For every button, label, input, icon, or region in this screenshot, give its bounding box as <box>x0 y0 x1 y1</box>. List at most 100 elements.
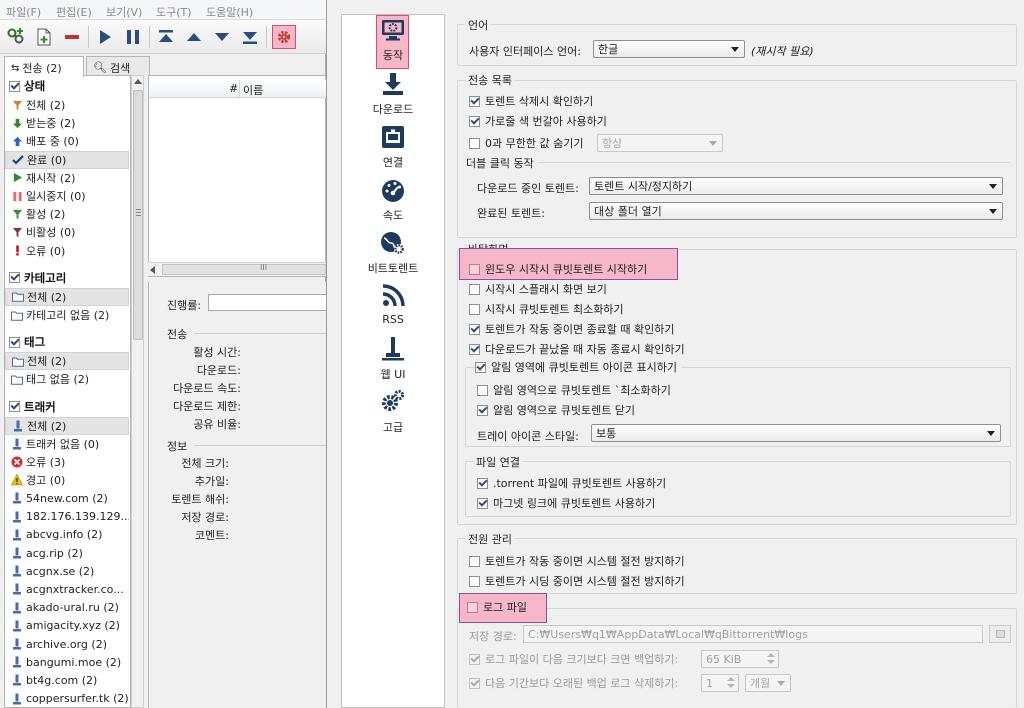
add-torrent-button[interactable] <box>32 25 56 49</box>
options-button[interactable] <box>272 25 296 49</box>
torrent-list[interactable]: # 이름 <box>148 75 327 277</box>
sidebar-item-tracker[interactable]: 트래커 없음 (0) <box>5 435 129 453</box>
resume-button[interactable] <box>93 25 117 49</box>
menu-help[interactable]: 도움말(H) <box>206 4 253 20</box>
log-backup-size-spinner[interactable]: 65 KiB <box>701 650 779 668</box>
move-bottom-button[interactable] <box>238 25 262 49</box>
downloading-action-select[interactable]: 토렌트 시작/정지하기 <box>589 177 1003 195</box>
alt-row-colors-checkbox[interactable]: 가로줄 색 번갈아 사용하기 <box>469 113 607 129</box>
sidebar-item-status[interactable]: 받는중 (2) <box>5 114 129 132</box>
sidebar-item-tracker[interactable]: bt4g.com (2) <box>5 671 129 689</box>
menu-tools[interactable]: 도구(T) <box>156 4 192 20</box>
tray-icon-checkbox[interactable]: 알림 영역에 큐빗토렌트 아이콘 표시하기 <box>475 359 682 375</box>
nav-item-6[interactable]: 웹 UI <box>342 336 444 388</box>
sidebar-item-tracker[interactable]: 182.176.139.129... <box>5 508 129 526</box>
sidebar-item-status[interactable]: 전체 (2) <box>5 96 129 114</box>
tab-transfers[interactable]: ⇆ 전송 (2) <box>4 56 84 77</box>
torrent-list-hscrollbar[interactable]: III <box>148 262 326 276</box>
sidebar-item-category[interactable]: 카테고리 없음 (2) <box>5 306 129 324</box>
sidebar-section-status[interactable]: 상태 <box>5 77 130 95</box>
menu-edit[interactable]: 편집(E) <box>56 4 92 20</box>
delete-button[interactable] <box>60 25 84 49</box>
nav-item-0[interactable]: 동작 <box>342 15 444 69</box>
sidebar-item-tracker[interactable]: 54new.com (2) <box>5 489 129 507</box>
column-number[interactable]: # <box>229 82 238 95</box>
nav-item-2[interactable]: 연결 <box>342 124 444 176</box>
sidebar-item-tracker[interactable]: 오류 (3) <box>5 453 129 471</box>
log-backup-checkbox[interactable]: 로그 파일이 다음 크기보다 크면 백업하기: <box>469 651 678 667</box>
column-name[interactable]: 이름 <box>243 82 263 98</box>
confirm-delete-checkbox[interactable]: 토렌트 삭제시 확인하기 <box>469 93 593 109</box>
sidebar-section-category[interactable]: 카테고리 <box>5 269 130 287</box>
log-browse-button[interactable] <box>989 625 1011 643</box>
sidebar-item-tracker[interactable]: acgnx.se (2) <box>5 562 129 580</box>
speedometer-icon <box>380 177 406 203</box>
sidebar-item-label: 경고 (0) <box>26 474 66 488</box>
close-to-tray-checkbox[interactable]: 알림 영역으로 큐빗토렌트 닫기 <box>477 402 635 418</box>
sidebar-item-tracker[interactable]: coppersurfer.tk (2) <box>5 690 129 707</box>
sidebar-item-tracker[interactable]: acgnxtracker.co... <box>5 580 129 598</box>
sidebar-item-tracker[interactable]: 전체 (2) <box>5 416 129 435</box>
move-up-button[interactable] <box>182 25 206 49</box>
sidebar-item-status[interactable]: 완료 (0) <box>5 150 129 169</box>
move-down-button[interactable] <box>210 25 234 49</box>
sidebar-item-tracker[interactable]: abcvg.info (2) <box>5 526 129 544</box>
sidebar-item-tag[interactable]: 전체 (2) <box>5 352 129 371</box>
sidebar-section-tracker[interactable]: 트래커 <box>5 398 130 416</box>
sidebar-item-tracker[interactable]: acg.rip (2) <box>5 544 129 562</box>
nav-item-3[interactable]: 속도 <box>342 177 444 229</box>
sidebar-item-status[interactable]: 활성 (2) <box>5 205 129 223</box>
log-delete-checkbox[interactable]: 다음 기간보다 오래된 백업 로그 삭제하기: <box>469 675 678 691</box>
nav-item-1[interactable]: 다운로드 <box>342 71 444 123</box>
confirm-exit-active-checkbox[interactable]: 토렌트가 작동 중이면 종료할 때 확인하기 <box>469 321 675 337</box>
nav-item-7[interactable]: 고급 <box>342 389 444 441</box>
sidebar-item-category[interactable]: 전체 (2) <box>5 287 129 306</box>
magnet-association-checkbox[interactable]: 마그넷 링크에 큐빗토렌트 사용하기 <box>477 495 655 511</box>
sidebar-section-tag[interactable]: 태그 <box>5 333 130 351</box>
sidebar-item-tracker[interactable]: akado-ural.ru (2) <box>5 599 129 617</box>
nav-item-4[interactable]: 비트토렌트 <box>342 230 444 282</box>
move-top-button[interactable] <box>154 25 178 49</box>
hide-zero-checkbox[interactable]: 0과 무한한 값 숨기기 <box>469 135 583 151</box>
hide-zero-select[interactable]: 항상 <box>597 134 723 152</box>
sidebar-item-status[interactable]: 비활성 (0) <box>5 223 129 241</box>
confirm-auto-exit-checkbox[interactable]: 다운로드가 끝났을 때 자동 종료시 확인하기 <box>469 341 685 357</box>
category-section-checkbox[interactable] <box>9 272 20 284</box>
sidebar-item-tracker[interactable]: amigacity.xyz (2) <box>5 617 129 635</box>
add-link-button[interactable] <box>4 25 28 49</box>
inhibit-sleep-active-checkbox[interactable]: 토렌트가 작동 중이면 시스템 절전 방지하기 <box>469 553 685 569</box>
pause-button[interactable] <box>121 25 145 49</box>
start-minimized-checkbox[interactable]: 시작시 큐빗토렌트 최소화하기 <box>469 301 624 317</box>
sidebar-item-tag[interactable]: 태그 없음 (2) <box>5 370 129 388</box>
sidebar-item-tracker[interactable]: archive.org (2) <box>5 635 129 653</box>
sidebar-item-status[interactable]: 오류 (0) <box>5 242 129 260</box>
menu-view[interactable]: 보기(V) <box>106 4 142 20</box>
options-category-list: 동작 다운로드 연결 속도 비트토렌트 RSS 웹 UI 고급 <box>341 14 445 708</box>
menu-file[interactable]: 파일(F) <box>6 4 41 20</box>
download-icon <box>380 71 406 97</box>
tab-search[interactable]: 🔍︎ 검색 <box>86 56 150 76</box>
torrent-association-checkbox[interactable]: .torrent 파일에 큐빗토렌트 사용하기 <box>477 475 666 491</box>
start-on-boot-checkbox[interactable]: 윈도우 시작시 큐빗토렌트 시작하기 <box>469 261 647 277</box>
status-section-checkbox[interactable] <box>9 80 20 92</box>
sidebar-item-status[interactable]: 일시중지 (0) <box>5 187 129 205</box>
sidebar-item-status[interactable]: 재시작 (2) <box>5 169 129 187</box>
inhibit-sleep-seeding-checkbox[interactable]: 토렌트가 시딩 중이면 시스템 절전 방지하기 <box>469 573 685 589</box>
completed-action-select[interactable]: 대상 폴더 열기 <box>589 202 1003 220</box>
sidebar-scrollbar[interactable] <box>131 75 144 708</box>
minimize-to-tray-checkbox[interactable]: 알림 영역으로 큐빗토렌트 `최소화하기 <box>477 382 671 398</box>
log-delete-unit-select[interactable]: 개월 <box>745 674 791 692</box>
splash-checkbox[interactable]: 시작시 스플래시 화면 보기 <box>469 281 607 297</box>
ui-language-select[interactable]: 한글 <box>593 40 745 58</box>
sidebar-item-status[interactable]: 배포 중 (0) <box>5 132 129 150</box>
sidebar-item-tracker[interactable]: 경고 (0) <box>5 471 129 489</box>
downloaded-label: 다운로드: <box>196 364 241 377</box>
log-file-checkbox[interactable]: 로그 파일 <box>467 599 527 615</box>
tracker-section-checkbox[interactable] <box>9 401 20 413</box>
log-save-path-input[interactable]: C:₩Users₩q1₩AppData₩Local₩qBittorrent₩lo… <box>523 625 983 643</box>
tray-style-select[interactable]: 보통 <box>591 424 1001 442</box>
nav-item-5[interactable]: RSS <box>342 283 444 335</box>
sidebar-item-tracker[interactable]: bangumi.moe (2) <box>5 653 129 671</box>
log-delete-count-spinner[interactable]: 1 <box>701 674 739 692</box>
tag-section-checkbox[interactable] <box>9 336 20 348</box>
